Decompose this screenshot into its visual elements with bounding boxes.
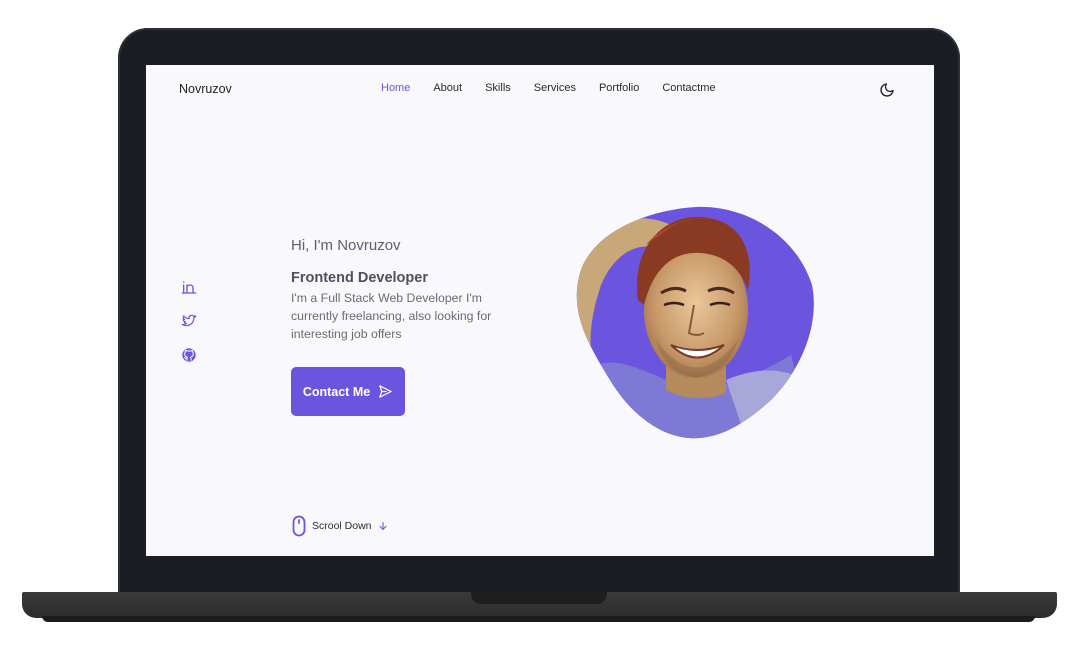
website-screen: Novruzov Home About Skills Services Port…	[146, 65, 934, 556]
hero-role: Frontend Developer	[291, 270, 428, 286]
nav-link-portfolio[interactable]: Portfolio	[599, 82, 639, 94]
profile-avatar	[576, 205, 814, 439]
linkedin-icon[interactable]	[181, 279, 197, 295]
nav-link-home[interactable]: Home	[381, 82, 410, 94]
send-icon	[379, 385, 392, 398]
nav-link-about[interactable]: About	[433, 82, 462, 94]
hero-description: I'm a Full Stack Web Developer I'm curre…	[291, 291, 492, 341]
nav-link-contactme[interactable]: Contactme	[662, 82, 715, 94]
scroll-down-label: Scrool Down	[312, 520, 372, 532]
github-icon[interactable]	[181, 347, 197, 363]
arrow-down-icon	[379, 522, 386, 530]
hero-greeting: Hi, I'm Novruzov	[291, 237, 401, 254]
site-logo[interactable]: Novruzov	[179, 82, 232, 96]
scroll-down-link[interactable]: Scrool Down	[292, 515, 388, 537]
laptop-notch	[471, 592, 607, 604]
twitter-icon[interactable]	[181, 313, 197, 329]
moon-icon[interactable]	[879, 82, 895, 98]
contact-me-button[interactable]: Contact Me	[291, 367, 405, 416]
main-nav: Home About Skills Services Portfolio Con…	[381, 82, 739, 94]
contact-me-label: Contact Me	[302, 384, 371, 399]
laptop-base-shadow	[42, 616, 1035, 622]
mouse-icon	[292, 515, 306, 537]
nav-link-services[interactable]: Services	[534, 82, 576, 94]
social-links	[181, 279, 197, 363]
nav-link-skills[interactable]: Skills	[485, 82, 511, 94]
